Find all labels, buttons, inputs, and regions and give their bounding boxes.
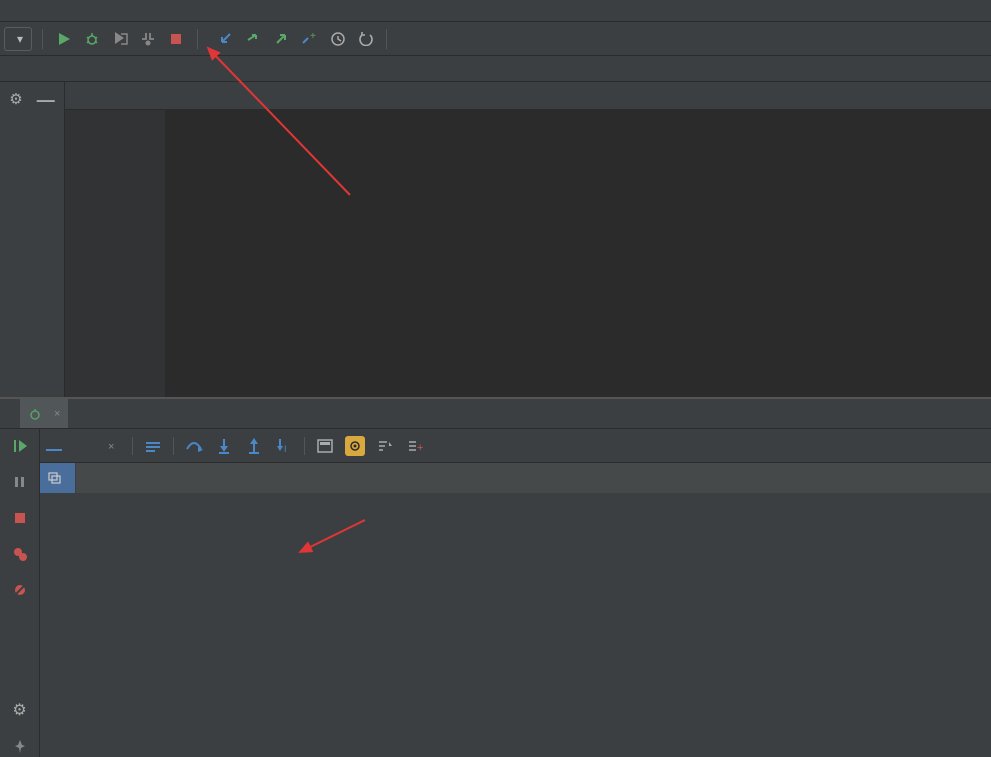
profile-icon[interactable] — [137, 28, 159, 50]
step-out-icon[interactable] — [244, 436, 264, 456]
breadcrumb — [0, 56, 991, 82]
tab-output[interactable]: × — [98, 434, 122, 457]
view-breakpoints-icon[interactable] — [9, 543, 31, 565]
svg-text:+: + — [310, 32, 316, 42]
new-watch-icon[interactable]: + — [405, 436, 425, 456]
separator — [132, 437, 133, 455]
step-into-icon[interactable] — [214, 436, 234, 456]
git-pull-icon[interactable] — [214, 28, 236, 50]
tab-console[interactable] — [72, 442, 88, 450]
step-over-icon[interactable] — [184, 436, 204, 456]
debug-session-tab[interactable]: × — [20, 399, 68, 428]
svg-text:+: + — [417, 442, 423, 453]
stack-frame[interactable] — [40, 463, 76, 493]
pause-icon[interactable] — [9, 471, 31, 493]
variables-panel[interactable] — [40, 493, 991, 505]
sort-vars-icon[interactable] — [375, 436, 395, 456]
project-tool-sidebar: ⚙ — — [0, 82, 65, 397]
close-icon[interactable]: × — [54, 408, 60, 420]
main-toolbar: ▾ + — [0, 22, 991, 56]
run-icon[interactable] — [53, 28, 75, 50]
separator — [173, 437, 174, 455]
stop-debug-icon[interactable] — [9, 507, 31, 529]
tab-debugger[interactable] — [46, 441, 62, 451]
resume-icon[interactable] — [9, 435, 31, 457]
debug-sidebar: ⚙ — [0, 429, 40, 757]
git-commit-icon[interactable] — [242, 28, 264, 50]
bug-icon — [28, 407, 42, 421]
gear-icon[interactable]: ⚙ — [9, 90, 22, 111]
code-editor[interactable] — [65, 110, 991, 397]
debug-tool-window: × ⚙ × I — [0, 397, 991, 757]
settings-icon[interactable]: ⚙ — [9, 699, 31, 721]
evaluate-expression-icon[interactable] — [315, 436, 335, 456]
separator — [197, 29, 198, 49]
close-icon[interactable]: × — [108, 441, 114, 453]
minimize-icon[interactable]: — — [37, 90, 55, 111]
chevron-down-icon: ▾ — [17, 32, 23, 46]
evaluate-input[interactable] — [76, 463, 991, 493]
svg-text:I: I — [284, 444, 287, 454]
trace-icon[interactable] — [345, 436, 365, 456]
code-area[interactable] — [165, 110, 991, 397]
menu-bar — [0, 0, 991, 22]
mute-breakpoints-icon[interactable] — [9, 579, 31, 601]
debug-icon[interactable] — [81, 28, 103, 50]
git-new-branch-icon[interactable]: + — [298, 28, 320, 50]
editor-tabs — [65, 82, 991, 110]
run-to-cursor-icon[interactable]: I — [274, 436, 294, 456]
separator — [386, 29, 387, 49]
show-execution-point-icon[interactable] — [143, 436, 163, 456]
history-icon[interactable] — [326, 28, 348, 50]
debug-toolbar: × I + — [40, 429, 991, 463]
rollback-icon[interactable] — [354, 28, 376, 50]
coverage-icon[interactable] — [109, 28, 131, 50]
pin-icon[interactable] — [9, 735, 31, 757]
gutter[interactable] — [65, 110, 165, 397]
run-config-selector[interactable]: ▾ — [4, 27, 32, 51]
separator — [304, 437, 305, 455]
frames-icon — [48, 472, 62, 484]
git-push-icon[interactable] — [270, 28, 292, 50]
separator — [42, 29, 43, 49]
stop-icon[interactable] — [165, 28, 187, 50]
